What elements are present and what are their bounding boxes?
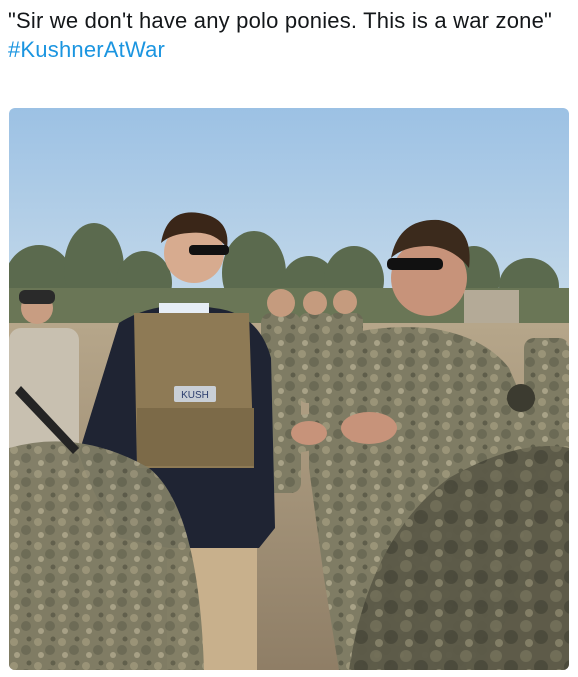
- tweet-photo[interactable]: KUSH: [9, 108, 569, 670]
- tweet-text: "Sir we don't have any polo ponies. This…: [8, 6, 568, 64]
- photo-scene: KUSH: [9, 108, 569, 670]
- tweet-quote: "Sir we don't have any polo ponies. This…: [8, 8, 553, 33]
- name-patch-text: KUSH: [181, 390, 209, 401]
- hashtag-link[interactable]: #KushnerAtWar: [8, 35, 568, 64]
